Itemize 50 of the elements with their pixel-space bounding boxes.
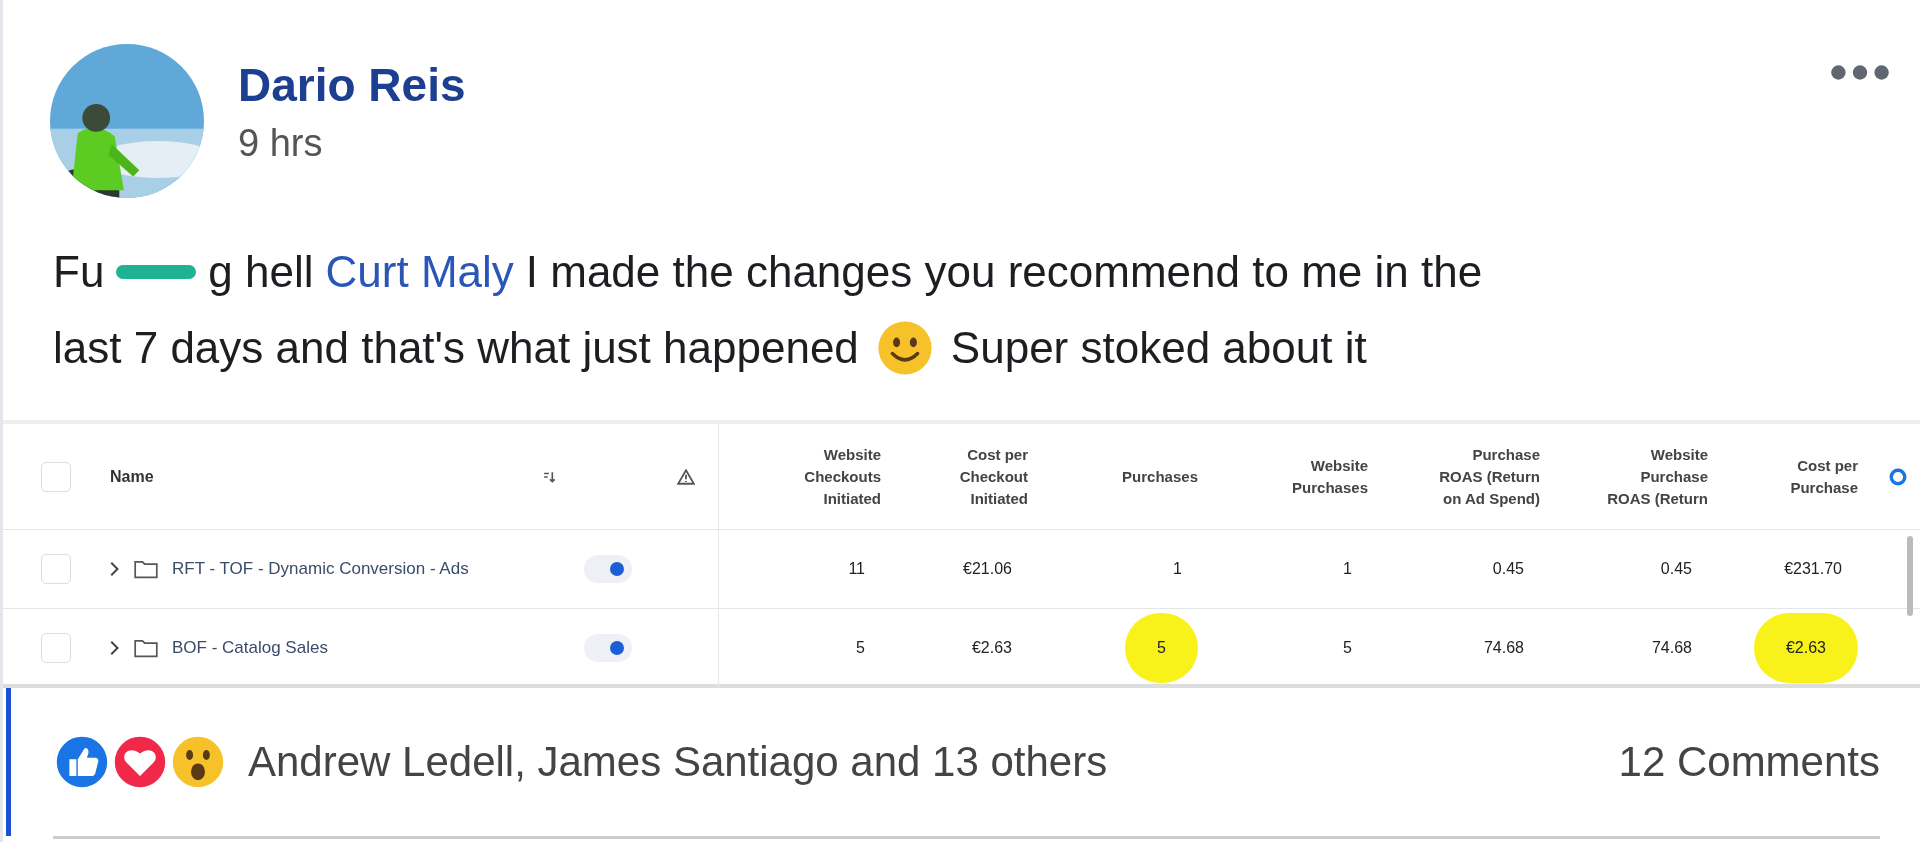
column-header[interactable]: Name — [110, 467, 154, 486]
table-cell-text: €231.70 — [1783, 559, 1843, 579]
author-name[interactable]: Dario Reis — [238, 58, 466, 112]
table-cell: 5 — [1125, 613, 1198, 683]
wow-reaction-icon[interactable] — [170, 734, 226, 790]
table-cell-text: 5 — [1342, 638, 1353, 658]
column-header[interactable]: Cost per Checkout Initiated — [916, 443, 1028, 510]
table-cell-text: 1 — [1342, 559, 1353, 579]
post-text: Fu — [53, 246, 105, 298]
column-header[interactable]: Website Purchase ROAS (Return — [1596, 443, 1708, 510]
comments-link[interactable]: 12 Comments — [1618, 738, 1880, 786]
table-cell-text: €2.63 — [970, 638, 1013, 658]
table-cell-text: 0.45 — [1659, 559, 1693, 579]
column-header[interactable]: Website Checkouts Initiated — [769, 443, 881, 510]
toggle-switch[interactable] — [584, 634, 632, 662]
folder-icon — [134, 638, 158, 658]
post-text: Super stoked about it — [950, 322, 1367, 374]
table-cell: €2.63 — [1753, 613, 1858, 683]
post-text: g hell — [208, 246, 314, 298]
love-reaction-icon[interactable] — [112, 734, 168, 790]
post-text: last 7 days and that's what just happened — [53, 322, 859, 374]
folder-icon — [134, 559, 158, 579]
post-text: I made the changes you recommend to me in the — [525, 246, 1483, 298]
campaign-name[interactable]: BOF - Catalog Sales — [172, 638, 328, 658]
column-header[interactable]: Purchases — [1122, 465, 1198, 488]
more-icon[interactable] — [1830, 64, 1890, 81]
checkbox[interactable] — [41, 554, 71, 584]
campaign-name[interactable]: RFT - TOF - Dynamic Conversion - Ads — [172, 559, 469, 579]
table-cell-text: €21.06 — [962, 559, 1013, 579]
reactors-link[interactable]: Andrew Ledell, James Santiago and 13 others — [248, 738, 1108, 786]
warning-icon — [676, 468, 695, 485]
table-cell-text: 11 — [847, 559, 866, 579]
mention-link[interactable]: Curt Maly — [325, 234, 514, 310]
like-reaction-icon[interactable] — [54, 734, 110, 790]
column-header[interactable]: Website Purchases — [1256, 454, 1368, 499]
table-cell-text: 0.45 — [1491, 559, 1525, 579]
smile-emoji-icon — [876, 320, 933, 376]
table-cell-text: 1 — [1172, 559, 1183, 579]
table-cell-text: 74.68 — [1482, 638, 1525, 658]
chevron-icon[interactable] — [110, 640, 120, 656]
sort-icon[interactable] — [543, 470, 557, 483]
table-cell-text: 5 — [855, 638, 866, 658]
toggle-switch[interactable] — [584, 555, 632, 583]
chevron-icon[interactable] — [110, 561, 120, 577]
table-cell-text: 74.68 — [1650, 638, 1693, 658]
post-time[interactable]: 9 hrs — [238, 122, 466, 165]
column-header[interactable]: Cost per Purchase — [1746, 454, 1858, 499]
column-header[interactable]: Purchase ROAS (Return on Ad Spend) — [1428, 443, 1540, 510]
checkbox[interactable] — [41, 461, 71, 492]
checkbox[interactable] — [41, 633, 71, 663]
